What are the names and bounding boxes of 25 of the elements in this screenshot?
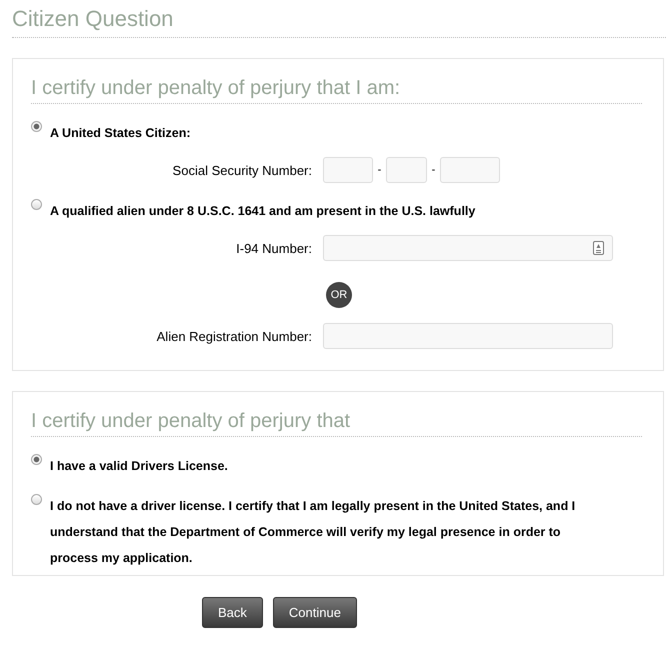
- form-button[interactable]: Back: [202, 597, 263, 628]
- radio-button[interactable]: [31, 199, 42, 210]
- section-heading: I certify under penalty of perjury that: [31, 410, 642, 437]
- input-field[interactable]: [323, 323, 613, 349]
- option-label: A United States Citizen:: [50, 125, 192, 142]
- field-label: I-94 Number:: [235, 240, 312, 256]
- input-field[interactable]: [386, 157, 427, 183]
- separator: -: [430, 164, 436, 176]
- field-label: Social Security Number:: [172, 162, 312, 178]
- input-field[interactable]: [323, 157, 373, 183]
- field-label: Alien Registration Number:: [156, 328, 312, 344]
- input-field[interactable]: [323, 235, 613, 261]
- section-heading: I certify under penalty of perjury that I am:: [31, 77, 642, 104]
- option-label: A qualified alien under 8 U.S.C. 1641 and am present in the U.S. lawfully: [50, 203, 476, 220]
- page-title: Citizen Question: [12, 6, 666, 38]
- radio-button[interactable]: [31, 454, 42, 465]
- contact-card-icon: [593, 241, 604, 255]
- option-label: I do not have a driver license. I certify that I am legally present in the United States, and I understand that the Department of Commerce will verify my legal presence in order to process my application.: [50, 498, 576, 567]
- separator: -: [376, 164, 382, 176]
- option-label: I have a valid Drivers License.: [50, 458, 229, 475]
- input-field[interactable]: [440, 157, 500, 183]
- radio-button[interactable]: [31, 121, 42, 132]
- radio-button[interactable]: [31, 494, 42, 505]
- or-badge: OR: [326, 282, 352, 308]
- form-button[interactable]: Continue: [272, 597, 357, 628]
